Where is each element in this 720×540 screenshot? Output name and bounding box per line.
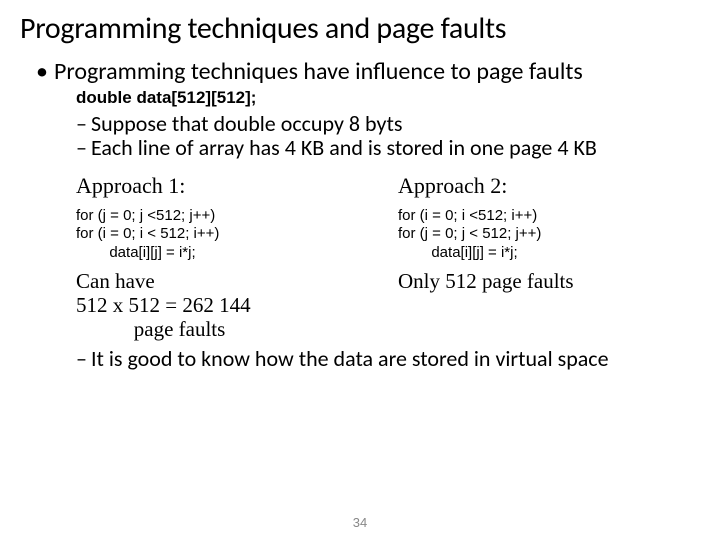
approach-2-column: Approach 2: for (i = 0; i <512; i++) for… — [398, 173, 700, 342]
approach-1-column: Approach 1: for (j = 0; j <512; j++) for… — [76, 173, 378, 342]
bullet-main-text: Programming techniques have influence to… — [54, 57, 583, 86]
sub-bullet-1-text: Suppose that double occupy 8 byts — [91, 110, 403, 137]
approach-1-heading: Approach 1: — [76, 173, 378, 199]
slide-title: Programming techniques and page faults — [20, 10, 700, 47]
approach-2-code: for (i = 0; i <512; i++) for (j = 0; j <… — [398, 207, 700, 263]
code-declaration: double data[512][512]; — [76, 88, 700, 108]
sub-bullet-2-text: Each line of array has 4 KB and is store… — [91, 134, 597, 161]
sub-bullet-2: –Each line of array has 4 KB and is stor… — [76, 136, 700, 160]
approach-1-code: for (j = 0; j <512; j++) for (i = 0; i <… — [76, 207, 378, 263]
dash-icon: – — [76, 345, 87, 372]
dash-icon: – — [76, 110, 87, 137]
dash-icon: – — [76, 134, 87, 161]
sub-bullet-3-text: It is good to know how the data are stor… — [91, 345, 609, 372]
sub-bullet-1: –Suppose that double occupy 8 byts — [76, 112, 700, 136]
approach-columns: Approach 1: for (j = 0; j <512; j++) for… — [76, 173, 700, 342]
approach-1-result: Can have 512 x 512 = 262 144 page faults — [76, 269, 378, 341]
page-number: 34 — [0, 515, 720, 530]
approach-2-heading: Approach 2: — [398, 173, 700, 199]
approach-2-result: Only 512 page faults — [398, 269, 700, 293]
bullet-main: •Programming techniques have influence t… — [36, 59, 700, 84]
sub-bullet-3: –It is good to know how the data are sto… — [76, 347, 700, 371]
bullet-dot: • — [36, 57, 48, 86]
